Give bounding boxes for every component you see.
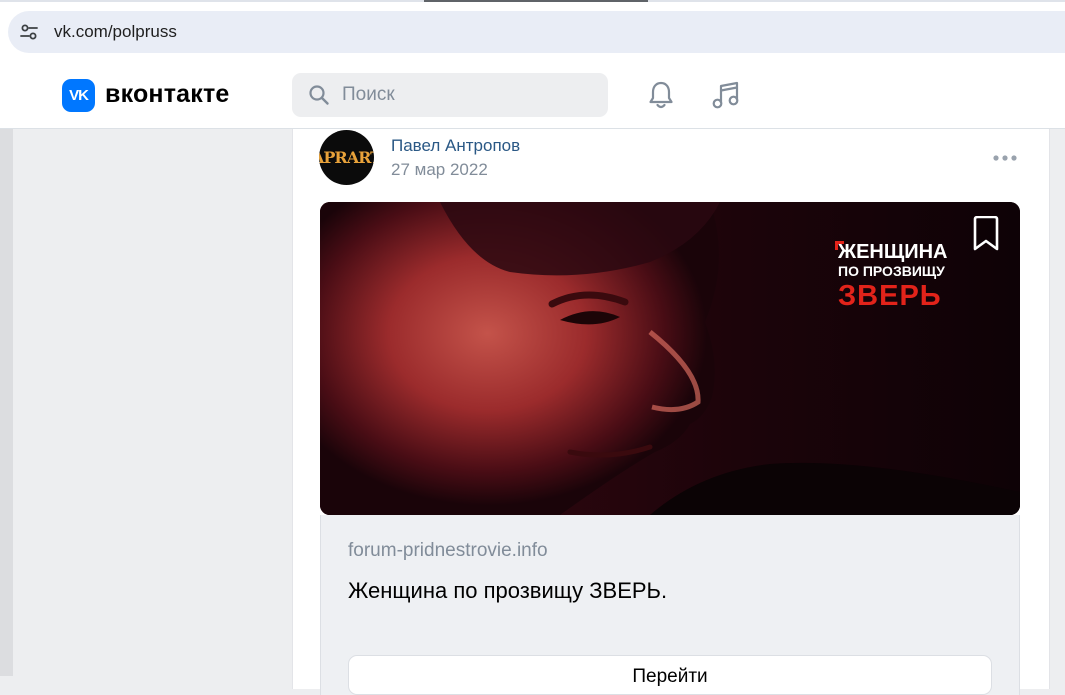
search-input[interactable]	[340, 83, 584, 107]
link-domain[interactable]: forum-pridnestrovie.info	[348, 540, 548, 562]
vk-wordmark[interactable]: вконтакте	[105, 80, 230, 109]
active-tab-indicator	[424, 0, 648, 2]
media-overlay-title: ЖЕНЩИНА ПО ПРОЗВИЩУ ЗВЕРЬ	[838, 242, 988, 311]
overlay-line-1: ЖЕНЩИНА	[838, 241, 948, 263]
url-text[interactable]: vk.com/polpruss	[54, 22, 177, 42]
open-link-button[interactable]: Перейти	[348, 655, 992, 695]
address-bar[interactable]: vk.com/polpruss	[8, 11, 1065, 53]
vk-logo-mark: VK	[69, 87, 89, 104]
tune-icon[interactable]	[18, 21, 40, 43]
overlay-line-3: ЗВЕРЬ	[838, 280, 942, 312]
link-title[interactable]: Женщина по прозвищу ЗВЕРЬ.	[348, 578, 667, 604]
bell-icon[interactable]	[645, 79, 677, 111]
search-box[interactable]	[292, 73, 608, 117]
vk-logo-icon[interactable]: VK	[62, 79, 95, 112]
more-options-icon[interactable]	[990, 148, 1020, 168]
post-date[interactable]: 27 мар 2022	[391, 160, 488, 180]
search-icon	[308, 84, 330, 106]
overlay-line-2: ПО ПРОЗВИЩУ	[838, 263, 945, 279]
music-note-icon[interactable]	[710, 79, 742, 111]
author-avatar[interactable]: APRART	[319, 130, 374, 185]
left-scroll-strip	[0, 129, 13, 676]
site-header: VK вконтакте	[0, 62, 1065, 129]
author-name-link[interactable]: Павел Антропов	[391, 136, 520, 156]
avatar-lettering: APRART	[319, 148, 374, 167]
browser-toolbar: vk.com/polpruss	[0, 0, 1065, 63]
